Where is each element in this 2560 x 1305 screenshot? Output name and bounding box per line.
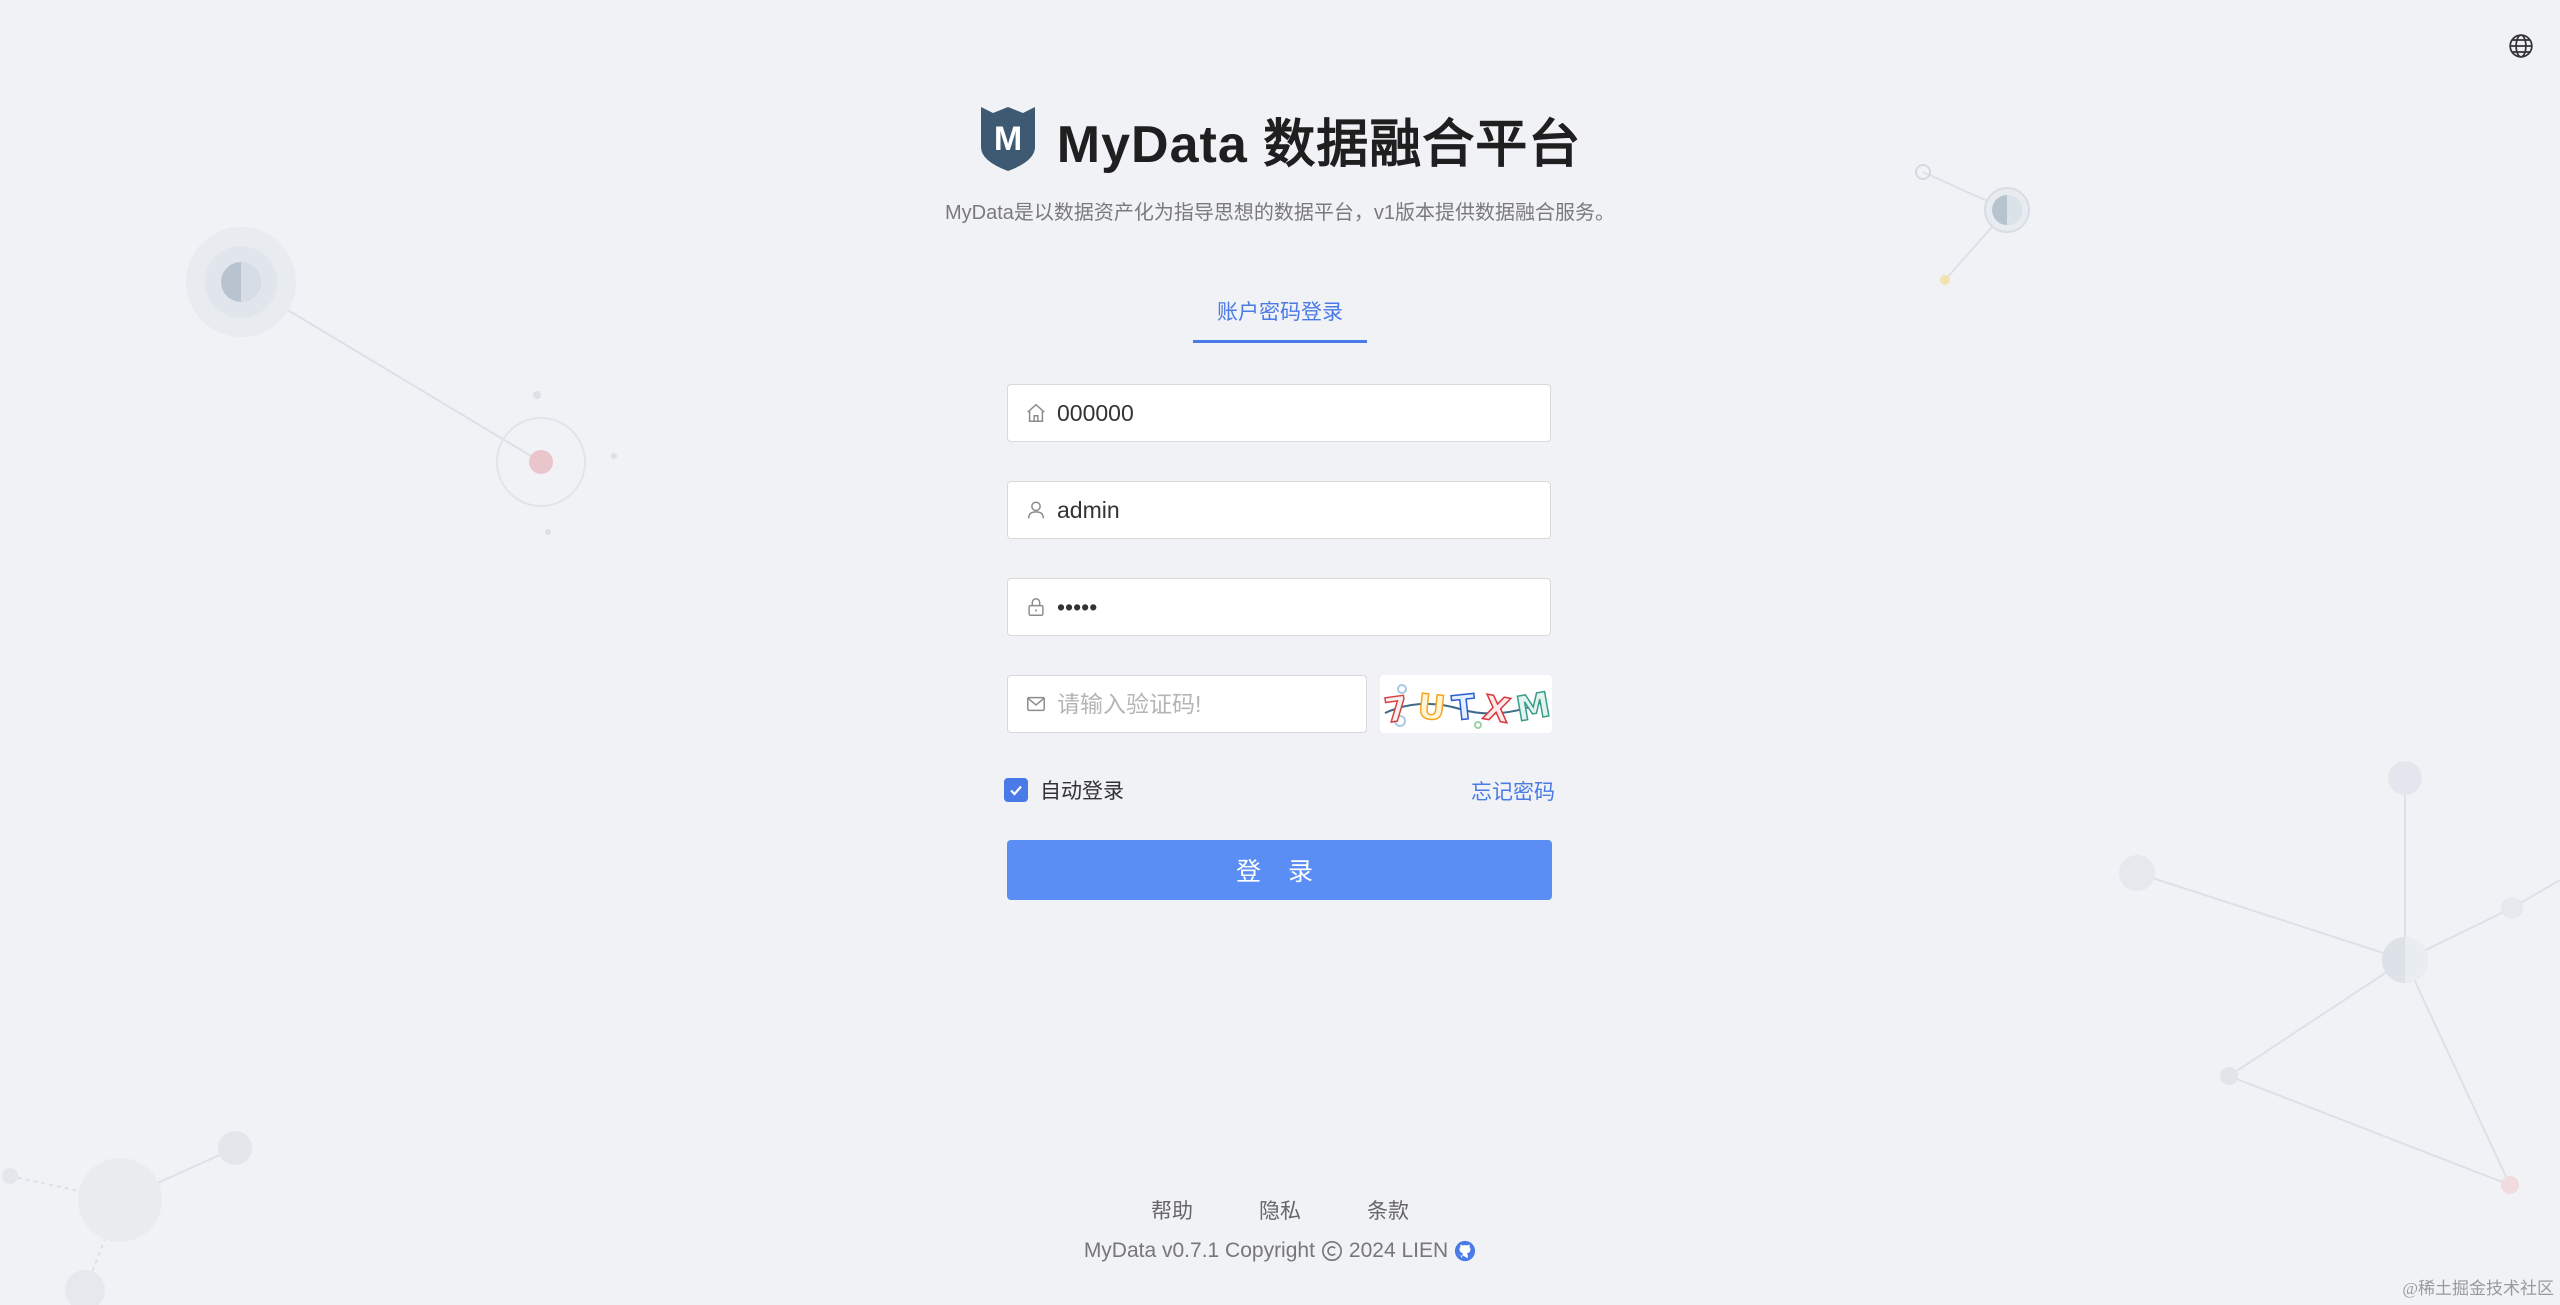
check-icon [1010,785,1022,796]
tenant-input[interactable] [1057,399,1550,427]
copyright-year-owner: 2024 LIEN [1348,1239,1449,1262]
app-subtitle: MyData是以数据资产化为指导思想的数据平台，v1版本提供数据融合服务。 [944,202,1616,224]
logo-icon: M [980,107,1035,171]
lock-icon [1028,598,1044,616]
app-title: MyData 数据融合平台 [1056,115,1582,174]
github-icon[interactable] [1454,1240,1476,1262]
title-row: M MyData 数据融合平台 [0,104,2560,174]
login-header: M MyData 数据融合平台 MyData是以数据资产化为指导思想的数据平台，… [0,104,2560,225]
watermark: @稀土掘金技术社区 [2402,1279,2554,1298]
forgot-password-link[interactable]: 忘记密码 [1471,776,1555,806]
login-tabs: 账户密码登录 [1193,296,1367,343]
user-icon [1027,501,1045,519]
footer-link-help[interactable]: 帮助 [1151,1195,1193,1225]
password-field[interactable] [1007,578,1551,636]
tab-account-password[interactable]: 账户密码登录 [1193,296,1367,343]
globe-icon[interactable] [2508,33,2534,59]
remember-checkbox[interactable] [1004,778,1028,802]
password-input[interactable] [1057,593,1550,621]
copyright-icon [1321,1241,1342,1261]
mail-icon [1027,696,1045,712]
tenant-field[interactable] [1007,384,1551,442]
remember-me[interactable]: 自动登录 [1004,775,1124,805]
remember-label: 自动登录 [1040,780,1124,803]
home-icon [1027,403,1045,422]
captcha-field[interactable] [1007,675,1367,733]
logo-letter: M [994,120,1022,158]
footer-link-privacy[interactable]: 隐私 [1259,1195,1301,1225]
copyright-bar: MyData v0.7.1 Copyright 2024 LIEN [0,1239,2560,1263]
copyright-text: MyData v0.7.1 Copyright [1083,1239,1315,1262]
login-button[interactable]: 登 录 [1007,840,1552,900]
captcha-input[interactable] [1057,690,1366,718]
captcha-image[interactable]: 7 U T X M [1380,675,1552,733]
svg-text:U: U [1416,687,1448,730]
username-field[interactable] [1007,481,1551,539]
footer-link-terms[interactable]: 条款 [1367,1195,1409,1225]
svg-text:M: M [1513,685,1552,730]
footer-links: 帮助 隐私 条款 [0,1195,2560,1225]
username-input[interactable] [1057,496,1550,524]
